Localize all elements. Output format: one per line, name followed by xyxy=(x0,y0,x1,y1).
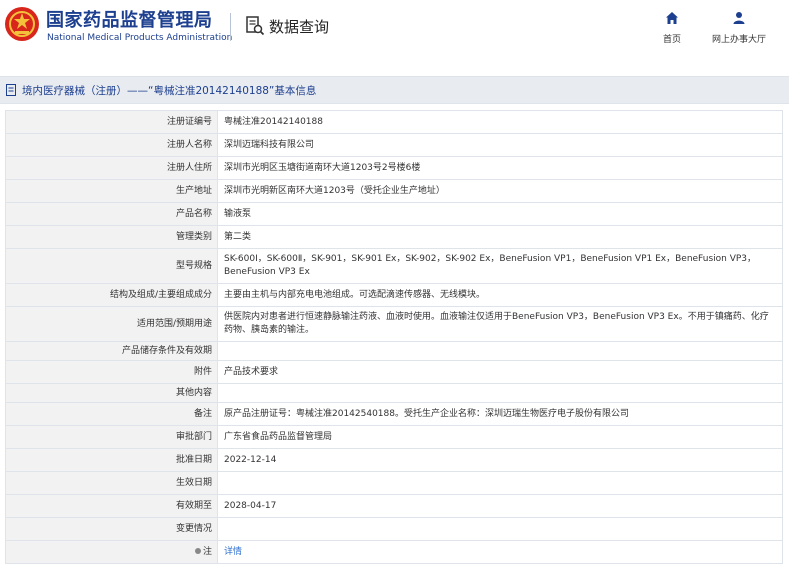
table-row: 有效期至 2028-04-17 xyxy=(5,494,783,518)
row-label: 结构及组成/主要组成成分 xyxy=(5,283,218,307)
row-value: 产品技术要求 xyxy=(217,360,783,384)
row-value: 主要由主机与内部充电电池组成。可选配滴速传感器、无线模块。 xyxy=(217,283,783,307)
page-title-bar: 境内医疗器械（注册）——“粤械注准20142140188”基本信息 xyxy=(0,76,789,104)
row-value: 原产品注册证号：粤械注准20142540188。受托生产企业名称：深圳迈瑞生物医… xyxy=(217,402,783,426)
row-label: 注册人名称 xyxy=(5,133,218,157)
table-row: 审批部门 广东省食品药品监督管理局 xyxy=(5,425,783,449)
table-row: 附件 产品技术要求 xyxy=(5,360,783,384)
page-title: 境内医疗器械（注册）——“粤械注准20142140188”基本信息 xyxy=(22,84,317,97)
table-row: 生产地址 深圳市光明新区南环大道1203号（受托企业生产地址） xyxy=(5,179,783,203)
row-label-note: 注 xyxy=(5,540,218,564)
row-value: 深圳迈瑞科技有限公司 xyxy=(217,133,783,157)
row-label: 生效日期 xyxy=(5,471,218,495)
row-value: 广东省食品药品监督管理局 xyxy=(217,425,783,449)
org-name-cn: 国家药品监督管理局 xyxy=(46,10,213,31)
row-label: 管理类别 xyxy=(5,225,218,249)
table-row: 注册证编号 粤械注准20142140188 xyxy=(5,110,783,134)
table-row: 管理类别 第二类 xyxy=(5,225,783,249)
nav-home-label: 首页 xyxy=(662,35,681,45)
row-value xyxy=(217,471,783,495)
row-label: 适用范围/预期用途 xyxy=(5,306,218,342)
row-value xyxy=(217,341,783,361)
table-row: 其他内容 xyxy=(5,383,783,403)
table-row: 适用范围/预期用途 供医院内对患者进行恒速静脉输注药液、血液时使用。血液输注仅适… xyxy=(5,306,783,342)
table-row: 型号规格 SK-600Ⅰ，SK-600Ⅱ，SK-901，SK-901 Ex，SK… xyxy=(5,248,783,284)
row-label: 注册证编号 xyxy=(5,110,218,134)
table-row: 变更情况 xyxy=(5,517,783,541)
row-label: 生产地址 xyxy=(5,179,218,203)
row-value: 2022-12-14 xyxy=(217,448,783,472)
bullet-icon xyxy=(194,548,201,554)
row-value: 2028-04-17 xyxy=(217,494,783,518)
row-label: 型号规格 xyxy=(5,248,218,284)
row-value: 粤械注准20142140188 xyxy=(217,110,783,134)
row-label: 变更情况 xyxy=(5,517,218,541)
row-label: 其他内容 xyxy=(5,383,218,403)
row-value: SK-600Ⅰ，SK-600Ⅱ，SK-901，SK-901 Ex，SK-902，… xyxy=(217,248,783,284)
note-label: 注 xyxy=(202,546,212,557)
row-value: 深圳市光明区玉塘街道南环大道1203号2号楼6楼 xyxy=(217,156,783,180)
row-label: 产品储存条件及有效期 xyxy=(5,341,218,361)
row-label: 批准日期 xyxy=(5,448,218,472)
table-row: 注 详情 xyxy=(5,540,783,564)
table-row: 生效日期 xyxy=(5,471,783,495)
table-row: 注册人名称 深圳迈瑞科技有限公司 xyxy=(5,133,783,157)
document-search-icon xyxy=(246,16,265,36)
site-header: 国家药品监督管理局 National Medical Products Admi… xyxy=(0,0,789,55)
row-value xyxy=(217,517,783,541)
data-query-label: 数据查询 xyxy=(269,17,330,36)
nav-online-hall-link[interactable]: 网上办事大厅 xyxy=(708,10,770,45)
nav-home-link[interactable]: 首页 xyxy=(655,10,689,45)
nav-online-hall-label: 网上办事大厅 xyxy=(711,35,766,45)
device-info-table: 注册证编号 粤械注准20142140188 注册人名称 深圳迈瑞科技有限公司 注… xyxy=(5,110,783,564)
org-name-en: National Medical Products Administration xyxy=(47,33,233,43)
row-value: 详情 xyxy=(217,540,783,564)
row-value: 供医院内对患者进行恒速静脉输注药液、血液时使用。血液输注仅适用于BeneFusi… xyxy=(217,306,783,342)
row-label: 备注 xyxy=(5,402,218,426)
row-label: 附件 xyxy=(5,360,218,384)
document-icon xyxy=(6,84,16,96)
row-label: 产品名称 xyxy=(5,202,218,226)
table-row: 批准日期 2022-12-14 xyxy=(5,448,783,472)
table-row: 产品名称 输液泵 xyxy=(5,202,783,226)
home-icon xyxy=(666,12,678,24)
national-emblem-icon xyxy=(5,7,39,41)
table-row: 结构及组成/主要组成成分 主要由主机与内部充电电池组成。可选配滴速传感器、无线模… xyxy=(5,283,783,307)
header-divider xyxy=(230,13,231,41)
user-icon xyxy=(733,12,745,24)
row-value: 第二类 xyxy=(217,225,783,249)
data-query-title: 数据查询 xyxy=(245,13,329,39)
row-label: 审批部门 xyxy=(5,425,218,449)
table-row: 备注 原产品注册证号：粤械注准20142540188。受托生产企业名称：深圳迈瑞… xyxy=(5,402,783,426)
row-label: 注册人住所 xyxy=(5,156,218,180)
row-value xyxy=(217,383,783,403)
row-value: 深圳市光明新区南环大道1203号（受托企业生产地址） xyxy=(217,179,783,203)
table-row: 注册人住所 深圳市光明区玉塘街道南环大道1203号2号楼6楼 xyxy=(5,156,783,180)
details-link[interactable]: 详情 xyxy=(224,547,242,557)
row-value: 输液泵 xyxy=(217,202,783,226)
table-row: 产品储存条件及有效期 xyxy=(5,341,783,361)
row-label: 有效期至 xyxy=(5,494,218,518)
